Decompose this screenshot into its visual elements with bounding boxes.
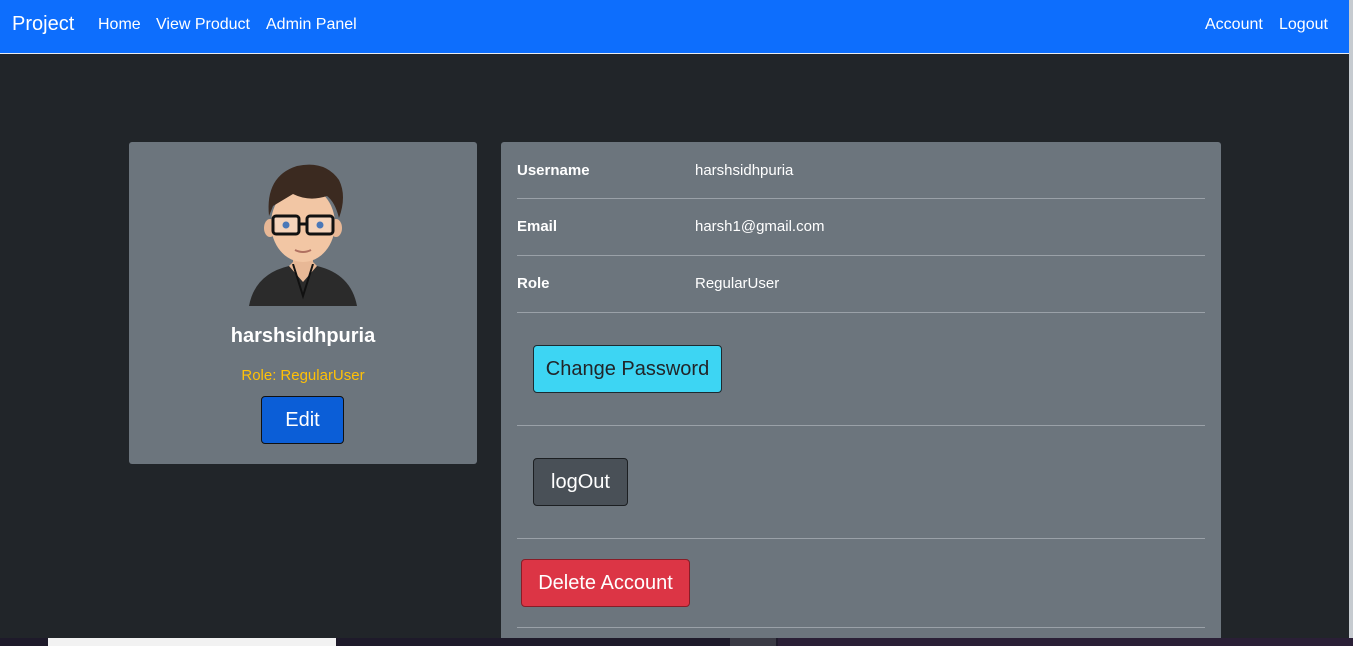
taskbar-button[interactable] xyxy=(730,638,776,646)
detail-row-username: Username harshsidhpuria xyxy=(517,142,1205,199)
detail-row-role: Role RegularUser xyxy=(517,256,1205,313)
nav-logout-link[interactable]: Logout xyxy=(1279,16,1328,34)
avatar-icon xyxy=(249,156,357,308)
profile-role-label: Role: xyxy=(241,367,277,384)
detail-label: Role xyxy=(517,275,550,292)
detail-value: harshsidhpuria xyxy=(695,162,794,179)
brand-link[interactable]: Project xyxy=(12,13,74,36)
logout-button[interactable]: logOut xyxy=(533,458,628,506)
profile-username: harshsidhpuria xyxy=(230,325,376,347)
page-scrollbar[interactable] xyxy=(1349,0,1353,646)
delete-account-button[interactable]: Delete Account xyxy=(521,559,690,607)
account-details-card: Username harshsidhpuria Email harsh1@gma… xyxy=(501,142,1221,646)
edit-button[interactable]: Edit xyxy=(261,396,344,444)
profile-role-value: RegularUser xyxy=(280,367,365,384)
change-password-button[interactable]: Change Password xyxy=(533,345,722,393)
nav-view-product-link[interactable]: View Product xyxy=(156,16,250,34)
profile-role: Role: RegularUser xyxy=(129,367,477,384)
nav-admin-panel-link[interactable]: Admin Panel xyxy=(266,16,357,34)
detail-label: Username xyxy=(517,162,590,179)
detail-label: Email xyxy=(517,218,558,235)
detail-value: harsh1@gmail.com xyxy=(695,218,825,235)
nav-home-link[interactable]: Home xyxy=(98,16,141,34)
detail-value: RegularUser xyxy=(695,275,780,292)
os-taskbar xyxy=(0,638,1353,646)
detail-row-email: Email harsh1@gmail.com xyxy=(517,199,1205,256)
profile-card: harshsidhpuria Role: RegularUser Edit xyxy=(129,142,477,464)
taskbar-window-thumbnail[interactable] xyxy=(48,638,336,646)
top-navbar: Project Home View Product Admin Panel Ac… xyxy=(0,0,1349,54)
nav-account-link[interactable]: Account xyxy=(1205,16,1263,34)
taskbar-tray xyxy=(778,638,1353,646)
